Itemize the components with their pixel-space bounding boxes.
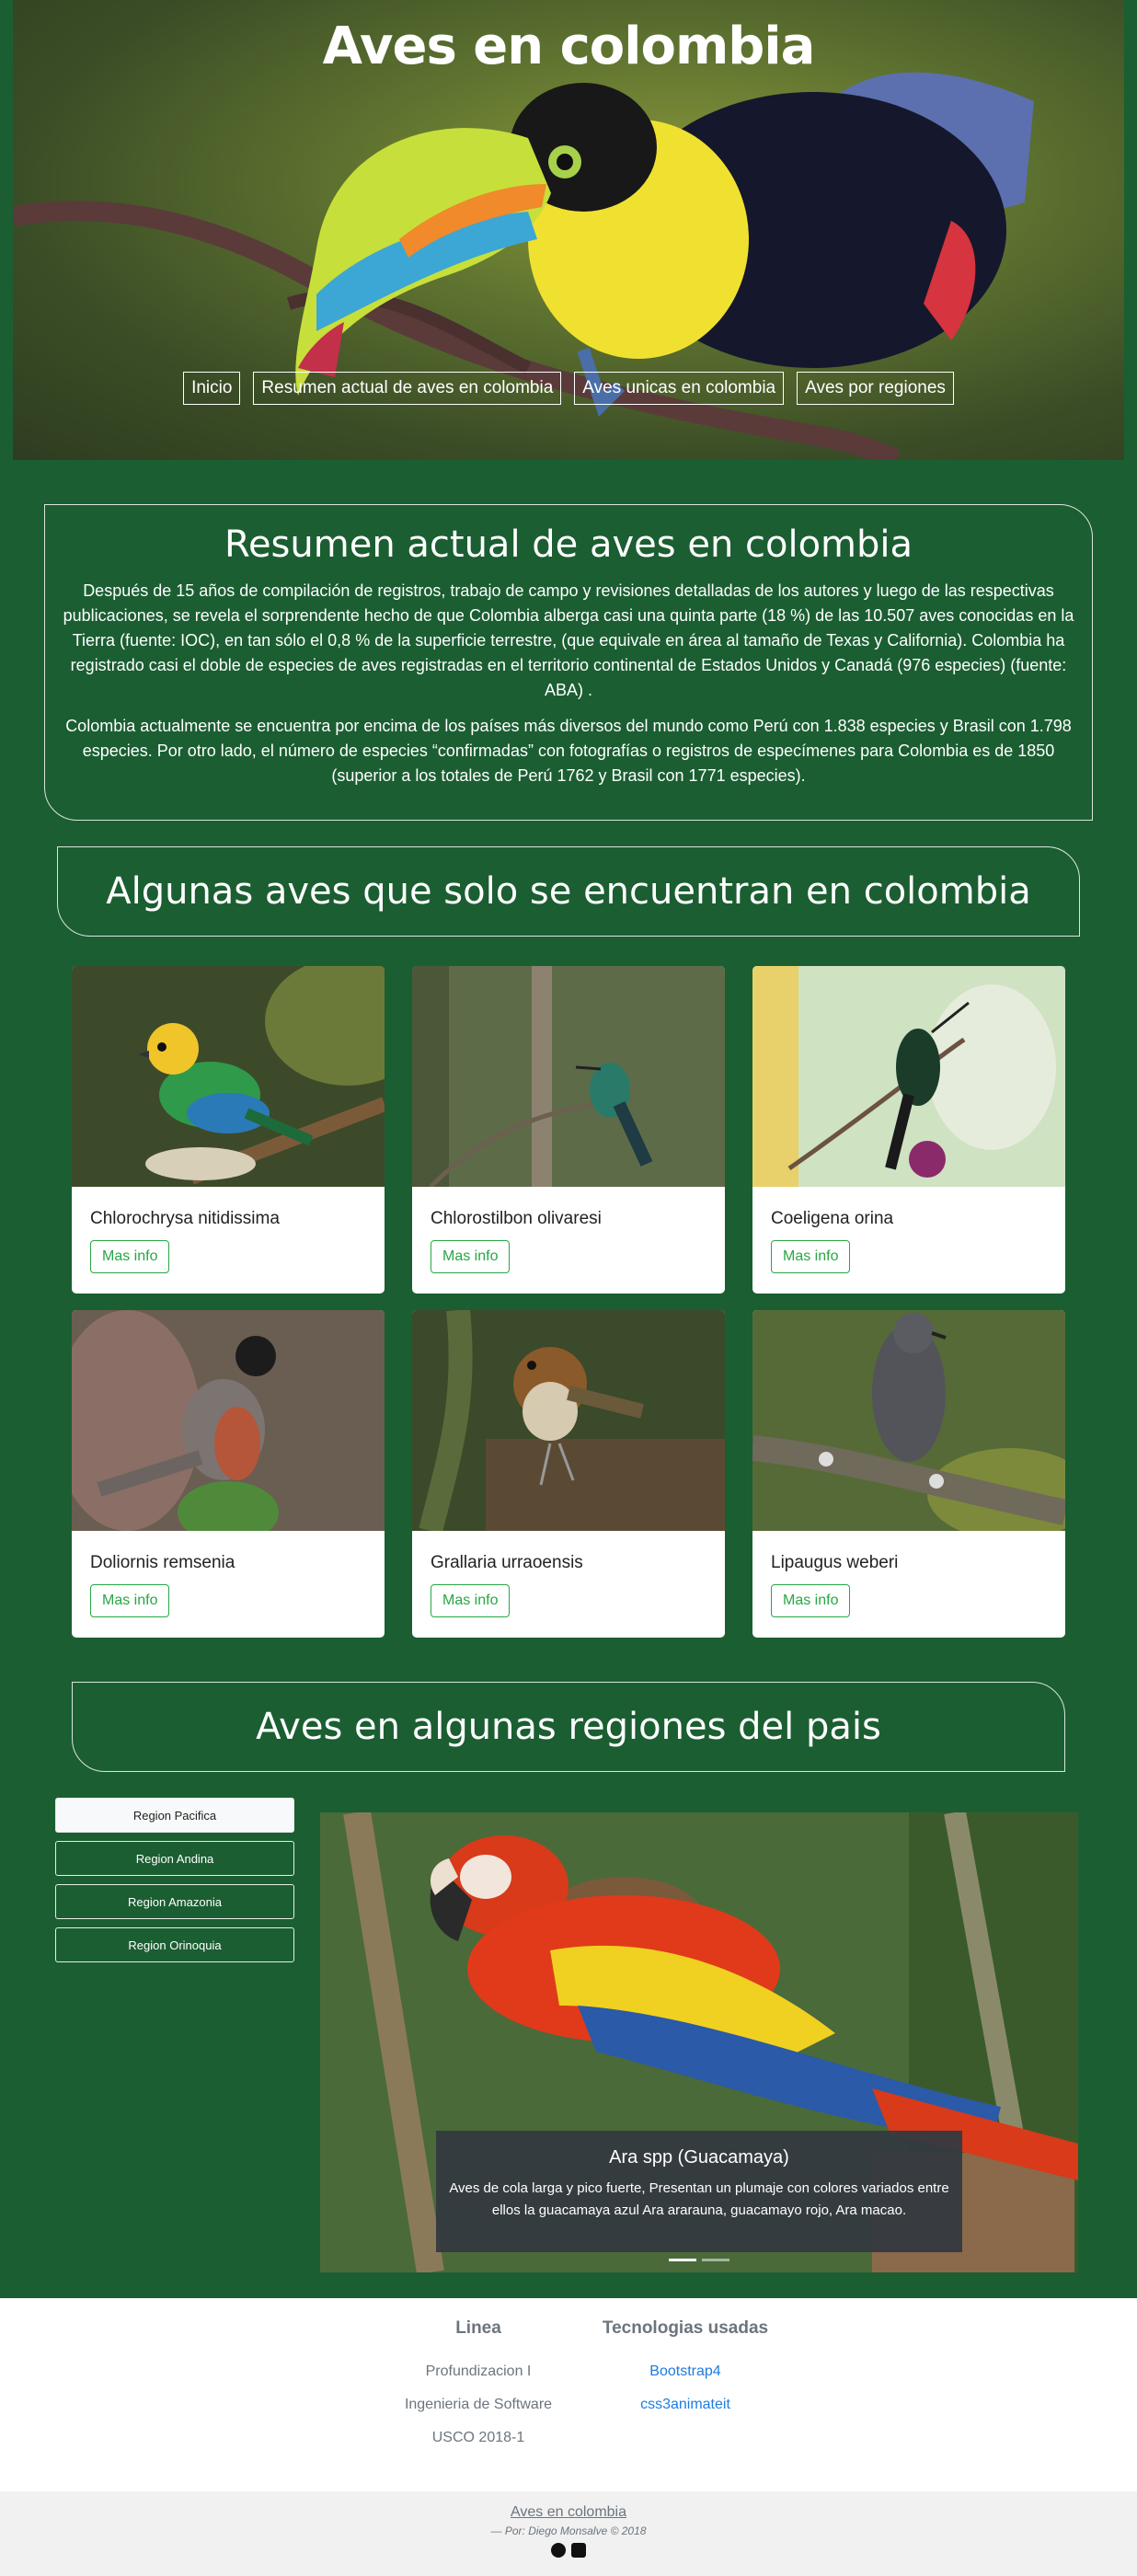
summary-section: Resumen actual de aves en colombia Despu… xyxy=(44,504,1093,821)
region-amazonia-button[interactable]: Region Amazonia xyxy=(55,1884,294,1919)
hero-banner: Aves en colombia Inicio Resumen actual d… xyxy=(13,0,1124,460)
mas-info-button[interactable]: Mas info xyxy=(771,1240,851,1273)
footer-col-linea: Linea Profundizacion I Ingenieria de Sof… xyxy=(386,2318,570,2455)
footer-col-tecnologias: Tecnologias usadas Bootstrap4 css3animat… xyxy=(589,2318,782,2421)
footer-item: Ingenieria de Software xyxy=(404,2397,553,2412)
footer-bottom: Aves en colombia — Por: Diego Monsalve ©… xyxy=(0,2491,1137,2576)
mas-info-button[interactable]: Mas info xyxy=(431,1584,511,1617)
region-andina-button[interactable]: Region Andina xyxy=(55,1841,294,1876)
unique-birds-title: Algunas aves que solo se encuentran en c… xyxy=(57,846,1080,937)
bird-card: Lipaugus weberi Mas info xyxy=(752,1310,1065,1638)
nav-aves-regiones[interactable]: Aves por regiones xyxy=(797,372,954,405)
bird-name: Lipaugus weberi xyxy=(771,1553,899,1572)
bird-card: Chlorostilbon olivaresi Mas info xyxy=(412,966,725,1294)
summary-paragraph-1: Después de 15 años de compilación de reg… xyxy=(63,581,1074,699)
social-icons xyxy=(0,2543,1137,2558)
bird-photo xyxy=(752,966,1065,1187)
bird-photo xyxy=(72,966,385,1187)
bird-card: Doliornis remsenia Mas info xyxy=(72,1310,385,1638)
summary-title: Resumen actual de aves en colombia xyxy=(224,523,913,566)
footer-link-bootstrap[interactable]: Bootstrap4 xyxy=(589,2355,782,2388)
mas-info-button[interactable]: Mas info xyxy=(431,1240,511,1273)
github-icon[interactable] xyxy=(551,2543,566,2558)
nav-inicio[interactable]: Inicio xyxy=(183,372,241,405)
bird-name: Doliornis remsenia xyxy=(90,1553,235,1572)
bird-photo xyxy=(412,1310,725,1531)
main-nav: Inicio Resumen actual de aves en colombi… xyxy=(13,372,1124,405)
footer: Linea Profundizacion I Ingenieria de Sof… xyxy=(0,2298,1137,2491)
footer-item: Profundizacion I xyxy=(425,2363,532,2379)
bird-card: Grallaria urraoensis Mas info xyxy=(412,1310,725,1638)
bird-card: Chlorochrysa nitidissima Mas info xyxy=(72,966,385,1294)
carousel-caption: Ara spp (Guacamaya) Aves de cola larga y… xyxy=(436,2131,962,2252)
bird-name: Grallaria urraoensis xyxy=(431,1553,583,1572)
footer-credit: — Por: Diego Monsalve © 2018 xyxy=(490,2524,647,2537)
page-title: Aves en colombia xyxy=(322,17,816,76)
footer-col-title: Tecnologias usadas xyxy=(602,2318,769,2338)
bird-photo xyxy=(72,1310,385,1531)
footer-item: USCO 2018-1 xyxy=(431,2430,525,2445)
footer-col-title: Linea xyxy=(455,2318,501,2338)
bird-name: Coeligena orina xyxy=(771,1209,894,1228)
mas-info-button[interactable]: Mas info xyxy=(90,1240,170,1273)
mas-info-button[interactable]: Mas info xyxy=(771,1584,851,1617)
region-orinoquia-button[interactable]: Region Orinoquia xyxy=(55,1927,294,1962)
footer-link-css3animateit[interactable]: css3animateit xyxy=(589,2388,782,2421)
nav-aves-unicas[interactable]: Aves unicas en colombia xyxy=(574,372,785,405)
region-carousel[interactable]: Ara spp (Guacamaya) Aves de cola larga y… xyxy=(320,1812,1078,2272)
bird-photo xyxy=(752,1310,1065,1531)
caption-text: Aves de cola larga y pico fuerte, Presen… xyxy=(449,2180,949,2218)
carousel-indicators xyxy=(320,2259,1078,2261)
footer-brand-link[interactable]: Aves en colombia xyxy=(0,2504,1137,2521)
caption-title: Ara spp (Guacamaya) xyxy=(609,2147,789,2168)
regions-title: Aves en algunas regiones del pais xyxy=(72,1682,1065,1772)
bird-name: Chlorostilbon olivaresi xyxy=(431,1209,602,1228)
carousel-indicator[interactable] xyxy=(702,2259,729,2261)
mas-info-button[interactable]: Mas info xyxy=(90,1584,170,1617)
summary-paragraph-2: Colombia actualmente se encuentra por en… xyxy=(65,717,1072,785)
region-pacifica-button[interactable]: Region Pacifica xyxy=(55,1798,294,1833)
bird-card: Coeligena orina Mas info xyxy=(752,966,1065,1294)
nav-resumen[interactable]: Resumen actual de aves en colombia xyxy=(253,372,562,405)
bird-photo xyxy=(412,966,725,1187)
bird-name: Chlorochrysa nitidissima xyxy=(90,1209,280,1228)
facebook-icon[interactable] xyxy=(571,2543,586,2558)
carousel-indicator[interactable] xyxy=(669,2259,696,2261)
